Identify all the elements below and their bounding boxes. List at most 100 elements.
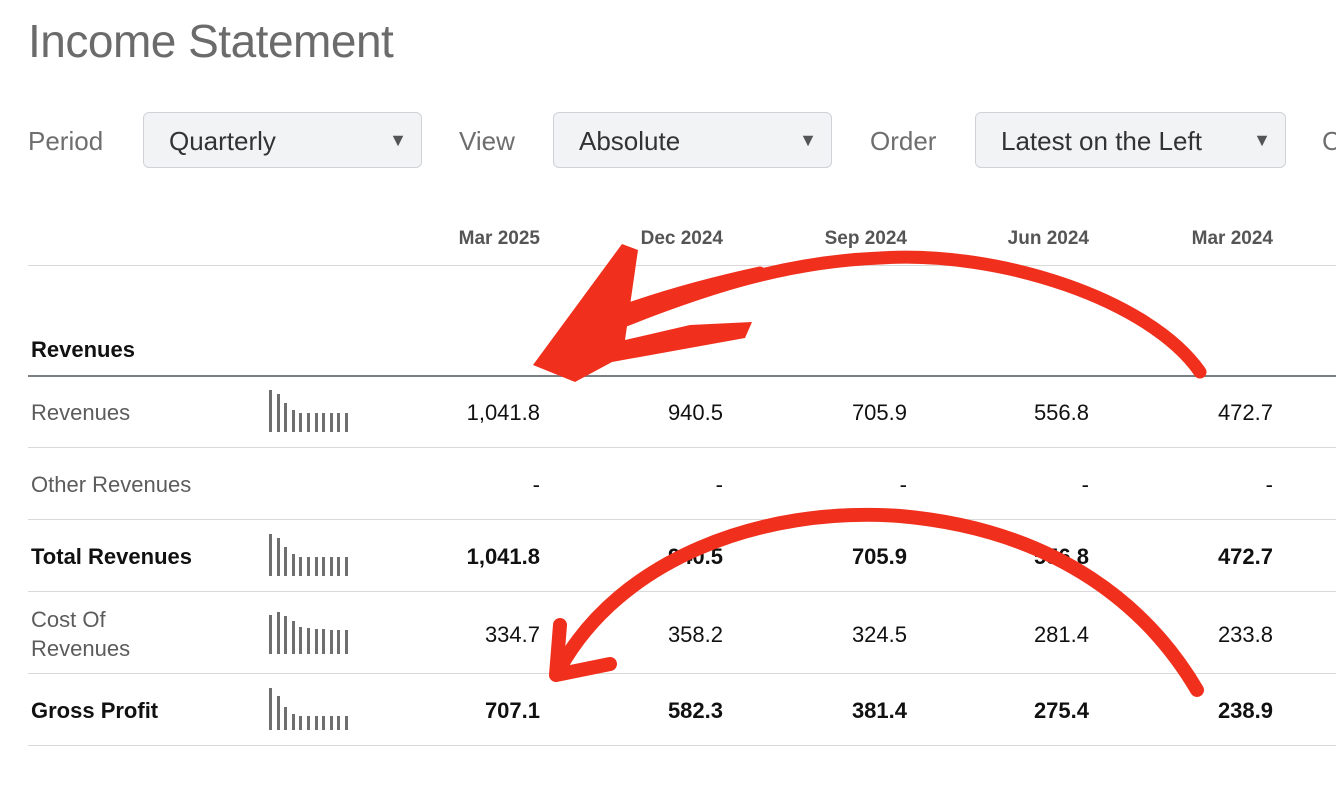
sparkline-chart[interactable] bbox=[269, 688, 359, 730]
chevron-down-icon: ▼ bbox=[799, 130, 817, 150]
header-divider bbox=[28, 265, 1336, 266]
chevron-down-icon: ▼ bbox=[389, 130, 407, 150]
sparkline-bar bbox=[269, 688, 272, 730]
sparkline-bar bbox=[337, 413, 341, 432]
sparkline-bar bbox=[299, 413, 303, 432]
column-header: Mar 2024 bbox=[1191, 228, 1273, 249]
sparkline-bar bbox=[322, 716, 326, 730]
row-label: Other Revenues bbox=[31, 472, 192, 497]
table-cell: - bbox=[899, 472, 907, 497]
sparkline-bar bbox=[307, 557, 310, 576]
table-cell: 940.5 bbox=[667, 544, 723, 569]
period-select-value: Quarterly bbox=[169, 126, 276, 156]
filter-bar: Period Quarterly ▼ View Absolute ▼ Order… bbox=[0, 112, 1336, 170]
sparkline-bar bbox=[269, 534, 272, 576]
sparkline-bar bbox=[337, 557, 341, 576]
sparkline-bar bbox=[284, 707, 288, 730]
next-filter-label: C bbox=[1322, 126, 1336, 156]
sparkline-bar bbox=[299, 716, 303, 730]
sparkline-bar bbox=[307, 413, 310, 432]
table-cell: - bbox=[1265, 472, 1273, 497]
sparkline-bar bbox=[314, 716, 318, 730]
sparkline-bar bbox=[345, 557, 348, 576]
sparkline-bar bbox=[291, 621, 295, 654]
table-cell: 582.3 bbox=[667, 698, 723, 723]
table-cell: - bbox=[532, 472, 540, 497]
view-select-value: Absolute bbox=[579, 126, 681, 156]
view-select[interactable]: Absolute ▼ bbox=[553, 112, 832, 168]
sparkline-bar bbox=[329, 413, 333, 432]
sparkline-bar bbox=[337, 716, 341, 730]
sparkline-chart[interactable] bbox=[269, 612, 359, 654]
arrow-shaft bbox=[558, 250, 1207, 379]
sparkline-bar bbox=[276, 696, 280, 730]
table-cell: 281.4 bbox=[1033, 622, 1089, 647]
sparkline-bar bbox=[322, 413, 326, 432]
order-select[interactable]: Latest on the Left ▼ bbox=[975, 112, 1286, 168]
chevron-down-icon: ▼ bbox=[1253, 130, 1271, 150]
table-cell: - bbox=[1081, 472, 1089, 497]
sparkline-bar bbox=[299, 557, 303, 576]
sparkline-bar bbox=[291, 410, 295, 432]
annotation-arrow-bottom bbox=[549, 507, 1204, 697]
order-label: Order bbox=[870, 126, 937, 156]
period-label: Period bbox=[28, 126, 104, 156]
sparkline-chart[interactable] bbox=[269, 534, 359, 576]
sparkline-bar bbox=[291, 554, 295, 576]
sparkline-bar bbox=[322, 557, 326, 576]
sparkline-bar bbox=[329, 557, 333, 576]
sparkline-bar bbox=[329, 716, 333, 730]
arrow-stroke bbox=[604, 266, 766, 321]
sparkline-bar bbox=[322, 629, 326, 654]
section-title: Revenues bbox=[31, 337, 135, 362]
table-cell: 334.7 bbox=[484, 622, 540, 647]
row-label: Cost Of Revenues bbox=[31, 607, 131, 661]
sparkline-bar bbox=[276, 538, 280, 576]
sparkline-bar bbox=[284, 403, 288, 432]
sparkline-bar bbox=[337, 630, 341, 654]
table-cell: 1,041.8 bbox=[466, 544, 540, 569]
row-divider bbox=[28, 673, 1336, 674]
sparkline-bar bbox=[329, 630, 333, 654]
table-cell: 940.5 bbox=[667, 400, 723, 425]
table-cell: 705.9 bbox=[851, 544, 907, 569]
table-cell: 381.4 bbox=[851, 698, 907, 723]
sparkline-bar bbox=[269, 615, 272, 654]
sparkline-bar bbox=[314, 629, 318, 654]
sparkline-bar bbox=[307, 628, 310, 654]
sparkline-bar bbox=[269, 390, 272, 432]
row-label: Revenues bbox=[31, 400, 131, 425]
table-cell: - bbox=[715, 472, 723, 497]
table-cell: 324.5 bbox=[851, 622, 907, 647]
row-divider bbox=[28, 591, 1336, 592]
table-cell: 238.9 bbox=[1217, 698, 1273, 723]
table-cell: 358.2 bbox=[667, 622, 723, 647]
arrow-shaft bbox=[553, 507, 1204, 697]
table-cell: 705.9 bbox=[851, 400, 907, 425]
table-cell: 556.8 bbox=[1033, 544, 1089, 569]
sparkline-bar bbox=[314, 413, 318, 432]
column-header: Dec 2024 bbox=[640, 228, 723, 249]
order-select-value: Latest on the Left bbox=[1001, 126, 1202, 156]
table-cell: 556.8 bbox=[1033, 400, 1089, 425]
column-header: Mar 2025 bbox=[458, 228, 540, 249]
sparkline-bar bbox=[276, 394, 280, 432]
column-header: Jun 2024 bbox=[1007, 228, 1089, 249]
row-divider bbox=[28, 745, 1336, 746]
sparkline-bar bbox=[291, 714, 295, 730]
table-cell: 472.7 bbox=[1217, 544, 1273, 569]
sparkline-bar bbox=[299, 627, 303, 654]
sparkline-chart[interactable] bbox=[269, 390, 359, 432]
row-divider bbox=[28, 447, 1336, 448]
sparkline-bar bbox=[284, 616, 288, 654]
period-select[interactable]: Quarterly ▼ bbox=[143, 112, 422, 168]
view-label: View bbox=[459, 126, 515, 156]
sparkline-bar bbox=[345, 630, 348, 654]
sparkline-bar bbox=[345, 413, 348, 432]
row-divider bbox=[28, 519, 1336, 520]
sparkline-bar bbox=[345, 716, 348, 730]
row-label: Total Revenues bbox=[31, 544, 192, 569]
page-title: Income Statement bbox=[28, 15, 394, 67]
table-cell: 707.1 bbox=[484, 698, 540, 723]
table-cell: 472.7 bbox=[1217, 400, 1273, 425]
